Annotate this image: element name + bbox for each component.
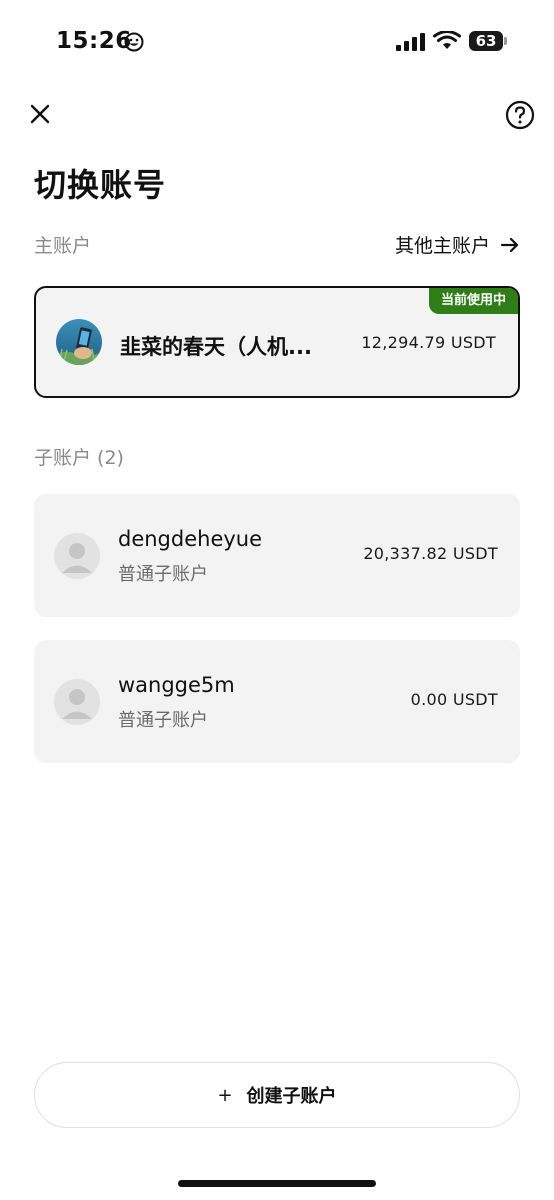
battery-level: 63 [475,32,497,50]
cellular-signal-icon [396,33,425,51]
avatar [54,679,100,725]
close-icon [30,104,50,124]
question-circle-icon [505,100,535,130]
sub-account-card[interactable]: dengdeheyue 普通子账户 20,337.82 USDT [34,494,520,617]
help-button[interactable] [503,98,537,132]
status-time: 15:26 [56,28,132,54]
avatar [56,319,102,365]
avatar-image [56,319,102,365]
main-account-card[interactable]: 当前使用中 韭菜的春天（人机... 12,294.79 USDT [34,286,520,398]
other-main-accounts-label: 其他主账户 [394,235,490,257]
home-indicator[interactable] [178,1180,376,1187]
arrow-right-icon [500,237,519,252]
wifi-icon [433,31,461,49]
other-main-accounts-link[interactable]: 其他主账户 [395,231,520,258]
smiley-face-icon [124,32,144,52]
status-bar: 15:26 63 [0,0,554,84]
sub-account-balance: 0.00 USDT [410,690,498,709]
sub-account-type: 普通子账户 [118,710,208,731]
main-account-label: 主账户 [34,235,92,257]
user-placeholder-icon [62,543,92,573]
create-sub-account-label: 创建子账户 [246,1086,337,1107]
battery-icon: 63 [469,31,507,51]
user-placeholder-icon [62,689,92,719]
avatar [54,533,100,579]
main-account-balance: 12,294.79 USDT [361,333,496,352]
sub-account-name: dengdeheyue [118,527,263,551]
sub-account-name: wangge5m [118,673,235,697]
plus-icon: + [217,1084,233,1106]
sub-account-card[interactable]: wangge5m 普通子账户 0.00 USDT [34,640,520,763]
sub-account-balance: 20,337.82 USDT [363,544,498,563]
sub-account-type: 普通子账户 [118,564,208,585]
current-in-use-badge: 当前使用中 [428,288,518,314]
main-account-name: 韭菜的春天（人机... [120,335,312,359]
close-button[interactable] [24,98,56,130]
sub-accounts-label: 子账户 (2) [34,447,124,469]
create-sub-account-button[interactable]: + 创建子账户 [34,1062,520,1128]
page-title: 切换账号 [34,166,167,204]
